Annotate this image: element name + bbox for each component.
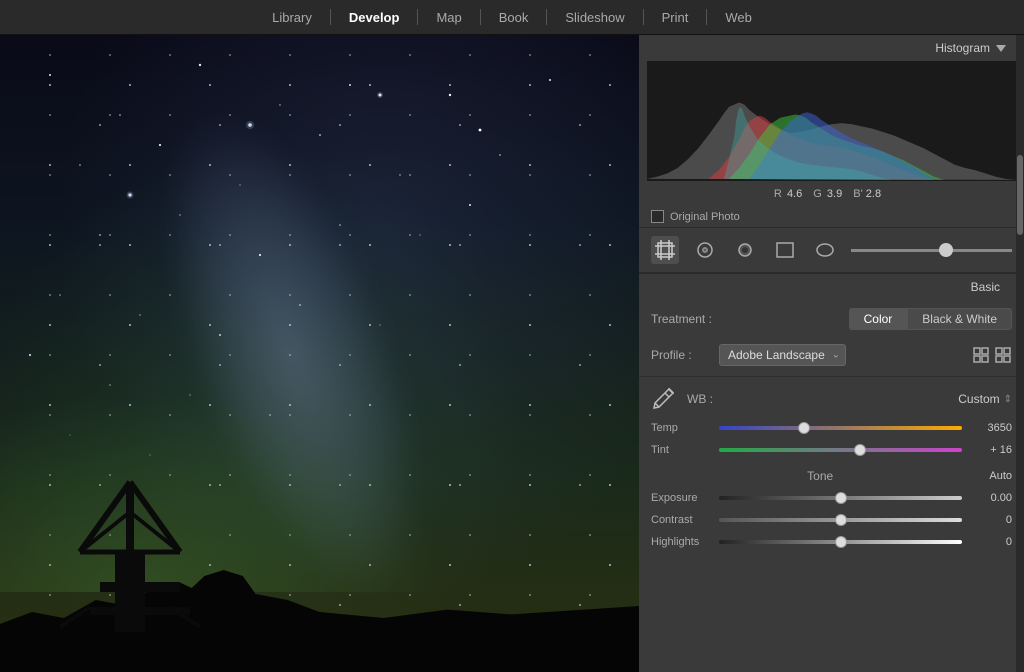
basic-header: Basic	[639, 273, 1024, 300]
tint-value: + 16	[970, 444, 1012, 456]
nav-map[interactable]: Map	[418, 0, 479, 34]
histogram-canvas	[647, 61, 1016, 181]
tint-track	[719, 443, 962, 457]
histogram-collapse-icon[interactable]	[996, 45, 1006, 52]
photo-canvas	[0, 35, 639, 672]
temp-slider-row: Temp 3650	[639, 417, 1024, 439]
tone-header-row: Tone Auto	[639, 461, 1024, 487]
r-label: R	[774, 188, 782, 200]
wb-value[interactable]: Custom ⇕	[958, 392, 1012, 406]
g-label: G	[813, 188, 822, 200]
b-value: 2.8	[866, 188, 881, 200]
rgb-readout: R 4.6 G 3.9 B' 2.8	[639, 185, 1024, 206]
main-layout: Histogram	[0, 35, 1024, 672]
exposure-slider-row: Exposure 0.00	[639, 487, 1024, 509]
exposure-thumb[interactable]	[835, 492, 847, 504]
original-photo-row: Original Photo	[639, 206, 1024, 227]
temp-label: Temp	[651, 422, 711, 434]
wb-row: WB : Custom ⇕	[639, 376, 1024, 417]
nav-slideshow[interactable]: Slideshow	[547, 0, 642, 34]
highlights-slider-row: Highlights 0	[639, 531, 1024, 553]
highlights-track	[719, 535, 962, 549]
profile-row: Profile : Adobe Landscape	[639, 338, 1024, 372]
tone-label: Tone	[651, 469, 989, 483]
exposure-track	[719, 491, 962, 505]
basic-title: Basic	[971, 280, 1000, 294]
redeye-tool[interactable]	[731, 236, 759, 264]
radial-filter-tool[interactable]	[811, 236, 839, 264]
nav-develop[interactable]: Develop	[331, 0, 418, 34]
contrast-slider-row: Contrast 0	[639, 509, 1024, 531]
highlights-value: 0	[970, 536, 1012, 548]
treatment-row: Treatment : Color Black & White	[639, 300, 1024, 338]
nav-web[interactable]: Web	[707, 0, 770, 34]
nav-library[interactable]: Library	[254, 0, 330, 34]
nav-book[interactable]: Book	[481, 0, 547, 34]
tint-label: Tint	[651, 444, 711, 456]
temp-bg	[719, 426, 962, 430]
top-navigation: Library Develop Map Book Slideshow Print…	[0, 0, 1024, 35]
histogram-section: Histogram	[639, 35, 1024, 206]
temp-track	[719, 421, 962, 435]
wb-label: WB :	[687, 392, 713, 406]
temp-thumb[interactable]	[798, 422, 810, 434]
exposure-label: Exposure	[651, 492, 711, 504]
mining-structure	[60, 452, 200, 632]
eyedropper-tool[interactable]	[651, 387, 675, 411]
exposure-value: 0.00	[970, 492, 1012, 504]
original-photo-checkbox[interactable]	[651, 210, 664, 223]
tool-slider-row	[851, 249, 1012, 252]
profile-select-wrap: Adobe Landscape	[719, 344, 846, 366]
wb-arrows-icon: ⇕	[1004, 394, 1012, 405]
temp-value: 3650	[970, 422, 1012, 434]
original-photo-label: Original Photo	[670, 211, 740, 223]
profile-grid-icons	[972, 346, 1012, 364]
tint-thumb[interactable]	[854, 444, 866, 456]
basic-section: Basic Treatment : Color Black & White Pr…	[639, 273, 1024, 672]
tint-slider-row: Tint + 16	[639, 439, 1024, 461]
histogram-title: Histogram	[935, 41, 990, 55]
highlights-thumb[interactable]	[835, 536, 847, 548]
crop-tool[interactable]	[651, 236, 679, 264]
tint-bg	[719, 448, 962, 452]
brush-size-slider[interactable]	[851, 249, 1012, 252]
treatment-label: Treatment :	[651, 312, 731, 326]
histogram-header: Histogram	[639, 35, 1024, 61]
profile-grid-icon-1[interactable]	[972, 346, 990, 364]
right-panel: Histogram	[639, 35, 1024, 672]
nav-print[interactable]: Print	[644, 0, 707, 34]
contrast-value: 0	[970, 514, 1012, 526]
photo-panel	[0, 35, 639, 672]
contrast-thumb[interactable]	[835, 514, 847, 526]
contrast-label: Contrast	[651, 514, 711, 526]
treatment-bw-btn[interactable]: Black & White	[907, 308, 1012, 330]
histogram-graph	[647, 61, 1016, 181]
treatment-options: Color Black & White	[849, 308, 1012, 330]
tools-row	[639, 227, 1024, 273]
treatment-color-btn[interactable]: Color	[849, 308, 908, 330]
highlights-label: Highlights	[651, 536, 711, 548]
profile-label: Profile :	[651, 348, 711, 362]
r-value: 4.6	[787, 188, 802, 200]
profile-grid-icon-2[interactable]	[994, 346, 1012, 364]
profile-select[interactable]: Adobe Landscape	[719, 344, 846, 366]
scrollbar[interactable]	[1016, 35, 1024, 672]
heal-tool[interactable]	[691, 236, 719, 264]
g-value: 3.9	[827, 188, 842, 200]
b-label: B'	[853, 188, 862, 200]
auto-button[interactable]: Auto	[989, 470, 1012, 482]
scrollbar-thumb[interactable]	[1017, 155, 1023, 235]
contrast-track	[719, 513, 962, 527]
graduated-filter-tool[interactable]	[771, 236, 799, 264]
